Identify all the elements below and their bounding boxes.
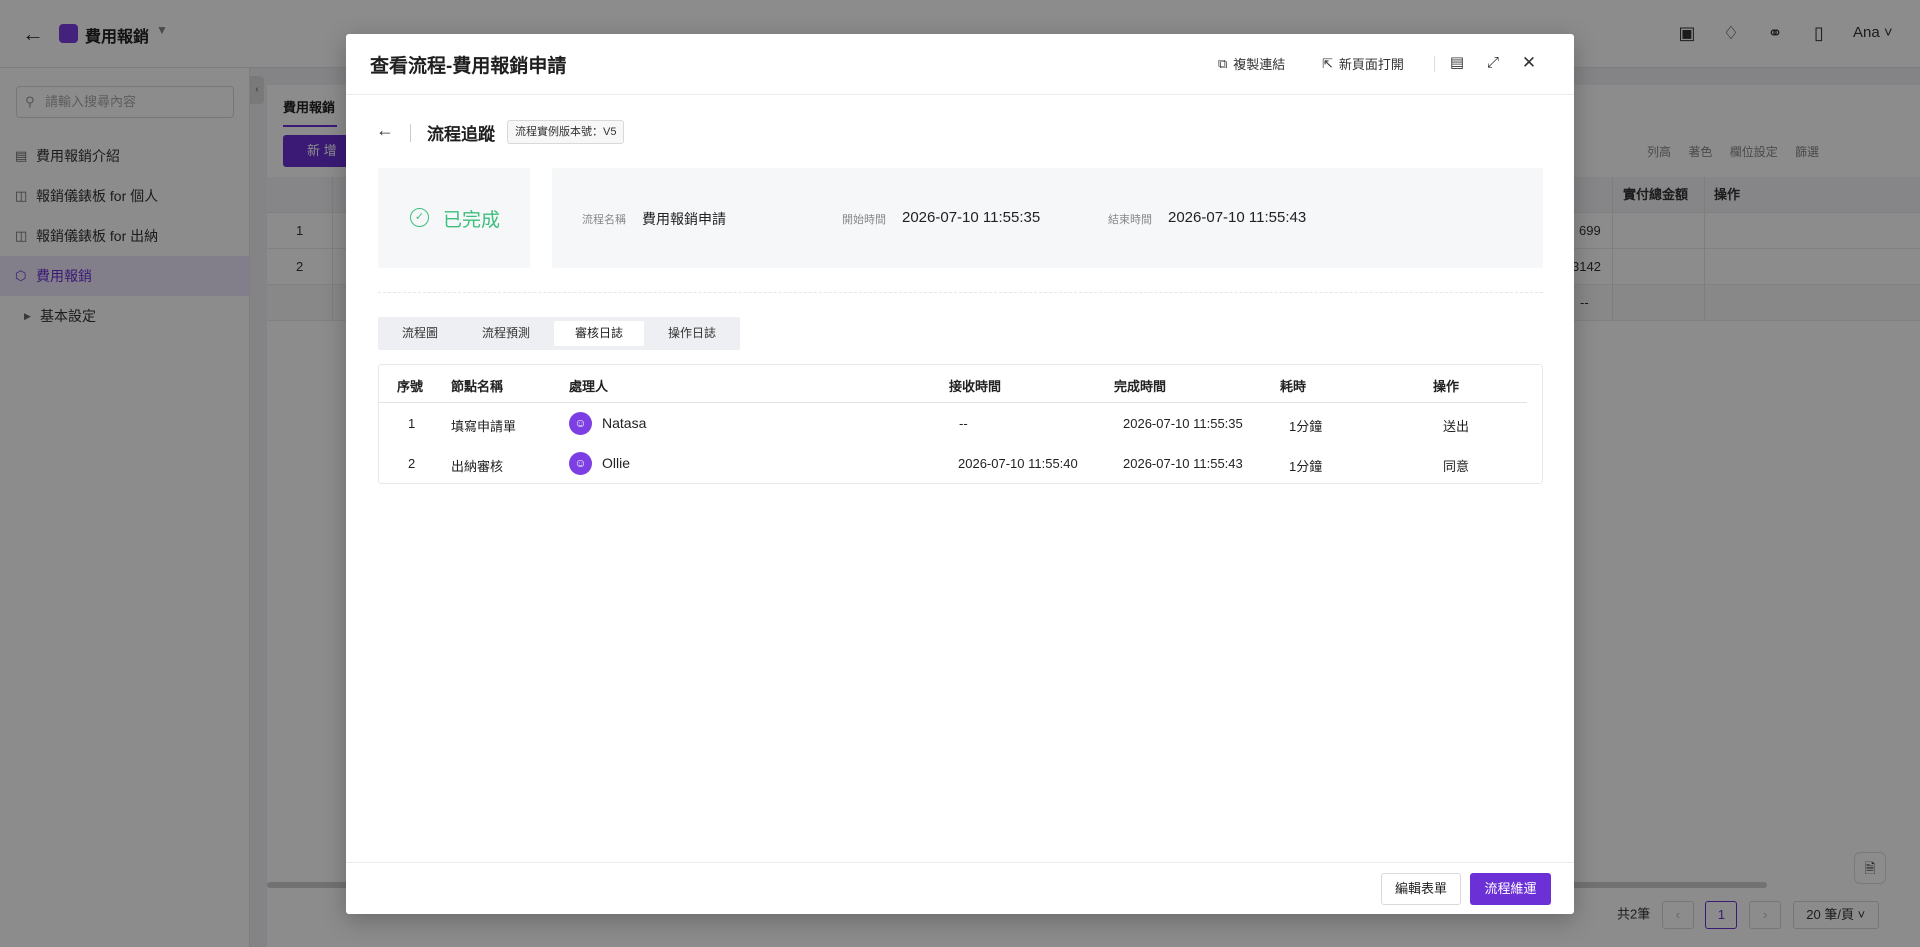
- modal-title: 查看流程-費用報銷申請: [370, 56, 567, 77]
- check-circle-icon: ✓: [410, 208, 429, 227]
- tab-flowchart[interactable]: 流程圖: [384, 321, 456, 346]
- start-time-label: 開始時間: [842, 214, 886, 226]
- modal-footer: 編輯表單 流程維運: [346, 862, 1574, 914]
- tab-operation-log[interactable]: 操作日誌: [650, 321, 734, 346]
- side-panel-icon[interactable]: ▤: [1446, 52, 1468, 74]
- column-header: 耗時: [1280, 379, 1307, 394]
- modal-header: 查看流程-費用報銷申請 ⧉ 複製連結 ⇱ 新頁面打開 ▤ ⤢ ✕: [346, 34, 1574, 95]
- action-taken: 同意: [1443, 459, 1470, 474]
- column-header: 接收時間: [949, 379, 1002, 394]
- user-avatar-icon: ☺: [569, 452, 592, 475]
- version-badge: 流程實例版本號：V5: [507, 120, 625, 144]
- column-header: 完成時間: [1114, 379, 1167, 394]
- copy-link-button[interactable]: ⧉ 複製連結: [1218, 54, 1285, 73]
- completed-time: 2026-07-10 11:55:43: [1123, 456, 1243, 471]
- external-link-icon: ⇱: [1322, 55, 1333, 71]
- status-card: ✓ 已完成: [378, 168, 530, 268]
- duration: 1分鐘: [1289, 419, 1323, 434]
- row-number: 1: [408, 416, 416, 431]
- handler-name: Natasa: [602, 415, 647, 431]
- status-text: 已完成: [443, 210, 501, 231]
- process-info-card: 流程名稱 費用報銷申請 開始時間 2026-07-10 11:55:35 結束時…: [552, 168, 1543, 268]
- trace-divider: [410, 124, 411, 142]
- user-avatar-icon: ☺: [569, 412, 592, 435]
- start-time-value: 2026-07-10 11:55:35: [902, 209, 1041, 226]
- process-name-label: 流程名稱: [582, 214, 626, 226]
- process-modal: 查看流程-費用報銷申請 ⧉ 複製連結 ⇱ 新頁面打開 ▤ ⤢ ✕ ← 流程追蹤 …: [346, 34, 1574, 914]
- close-icon[interactable]: ✕: [1518, 52, 1540, 74]
- end-time-value: 2026-07-10 11:55:43: [1168, 209, 1307, 226]
- received-time: 2026-07-10 11:55:40: [958, 456, 1078, 471]
- node-name: 填寫申請單: [451, 419, 517, 434]
- column-header: 序號: [397, 379, 424, 394]
- handler-name: Ollie: [602, 455, 631, 471]
- trace-back-arrow-icon[interactable]: ←: [376, 120, 394, 141]
- header-divider: [1434, 56, 1435, 72]
- tab-flow-prediction[interactable]: 流程預測: [464, 321, 548, 346]
- fullscreen-icon[interactable]: ⤢: [1482, 52, 1504, 74]
- log-subtabs: 流程圖 流程預測 審核日誌 操作日誌: [378, 317, 740, 350]
- copy-icon: ⧉: [1218, 55, 1228, 71]
- node-name: 出納審核: [451, 459, 504, 474]
- completed-time: 2026-07-10 11:55:35: [1123, 416, 1243, 431]
- audit-log-header: 序號 節點名稱 處理人 接收時間 完成時間 耗時 操作: [379, 365, 1527, 403]
- column-header: 操作: [1433, 379, 1460, 394]
- process-maintenance-button[interactable]: 流程維運: [1470, 873, 1551, 905]
- edit-form-button[interactable]: 編輯表單: [1381, 873, 1461, 905]
- column-header: 節點名稱: [451, 379, 504, 394]
- duration: 1分鐘: [1289, 459, 1323, 474]
- end-time-label: 結束時間: [1108, 214, 1152, 226]
- row-number: 2: [408, 456, 416, 471]
- tab-audit-log[interactable]: 審核日誌: [554, 321, 644, 346]
- action-taken: 送出: [1443, 419, 1470, 434]
- process-name-value: 費用報銷申請: [642, 211, 726, 227]
- section-divider: [378, 292, 1543, 293]
- trace-title: 流程追蹤: [427, 125, 495, 144]
- audit-log-table: 序號 節點名稱 處理人 接收時間 完成時間 耗時 操作 1 填寫申請單 ☺ Na…: [378, 364, 1543, 484]
- column-header: 處理人: [569, 379, 609, 394]
- received-time: --: [959, 416, 968, 431]
- open-new-page-button[interactable]: ⇱ 新頁面打開: [1322, 54, 1404, 73]
